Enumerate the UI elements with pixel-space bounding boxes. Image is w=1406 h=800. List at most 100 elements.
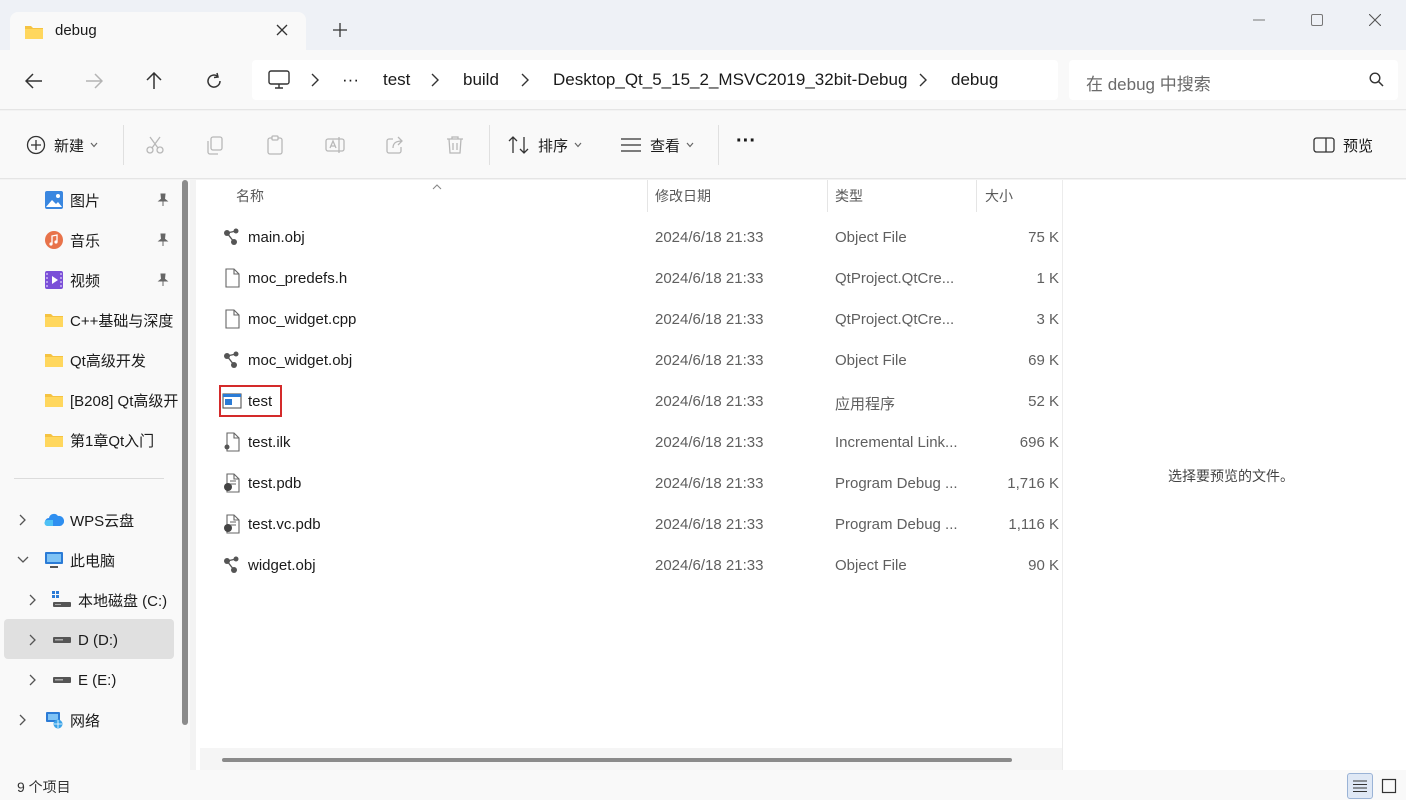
more-options-button[interactable]: ··· bbox=[736, 127, 756, 155]
sidebar-item-folder[interactable]: Qt高级开发 bbox=[44, 340, 180, 380]
column-header-type[interactable]: 类型 bbox=[835, 180, 863, 212]
file-type: Incremental Link... bbox=[835, 434, 958, 451]
file-type: Object File bbox=[835, 229, 907, 246]
sidebar-item-folder[interactable]: 第1章Qt入门 bbox=[44, 420, 180, 460]
preview-label: 预览 bbox=[1343, 137, 1374, 155]
column-divider[interactable] bbox=[647, 180, 648, 212]
sidebar-item-drive-d[interactable]: D (D:) bbox=[52, 620, 118, 660]
minimize-icon[interactable] bbox=[1236, 6, 1282, 34]
sidebar-item-network[interactable]: 网络 bbox=[44, 700, 100, 740]
sidebar-item-videos[interactable]: 视频 bbox=[44, 260, 100, 300]
up-arrow-icon[interactable] bbox=[138, 65, 170, 97]
file-name[interactable]: test.vc.pdb bbox=[248, 516, 321, 533]
chevron-right-icon[interactable] bbox=[918, 72, 932, 88]
sidebar-item-label: 网络 bbox=[70, 712, 101, 730]
table-row[interactable]: widget.obj 2024/6/18 21:33 Object File 9… bbox=[206, 545, 1062, 586]
sidebar-item-drive-c[interactable]: 本地磁盘 (C:) bbox=[52, 580, 167, 620]
rename-icon[interactable] bbox=[323, 133, 347, 157]
sidebar-item-label: D (D:) bbox=[78, 631, 118, 649]
file-name[interactable]: main.obj bbox=[248, 229, 305, 246]
maximize-icon[interactable] bbox=[1294, 6, 1340, 34]
sidebar-item-folder[interactable]: [B208] Qt高级开 bbox=[44, 380, 180, 420]
column-header-size[interactable]: 大小 bbox=[985, 180, 1013, 212]
file-name[interactable]: moc_predefs.h bbox=[248, 270, 347, 287]
table-row[interactable]: test.vc.pdb 2024/6/18 21:33 Program Debu… bbox=[206, 504, 1062, 545]
divider bbox=[123, 125, 124, 165]
table-row[interactable]: moc_predefs.h 2024/6/18 21:33 QtProject.… bbox=[206, 258, 1062, 299]
sidebar-scrollbar[interactable] bbox=[182, 180, 188, 725]
breadcrumb-desktop-qt[interactable]: Desktop_Qt_5_15_2_MSVC2019_32bit-Debug bbox=[553, 70, 907, 90]
details-view-icon[interactable] bbox=[1347, 773, 1373, 799]
new-button[interactable]: 新建 bbox=[26, 131, 98, 159]
drive-icon bbox=[52, 630, 72, 650]
sidebar-item-pictures[interactable]: 图片 bbox=[44, 180, 100, 220]
file-name[interactable]: moc_widget.cpp bbox=[248, 311, 356, 328]
breadcrumb-build[interactable]: build bbox=[463, 70, 499, 90]
sidebar-item-music[interactable]: 音乐 bbox=[44, 220, 100, 260]
new-tab-icon[interactable] bbox=[328, 18, 352, 42]
chevron-right-icon[interactable] bbox=[310, 72, 324, 88]
table-row[interactable]: test.ilk 2024/6/18 21:33 Incremental Lin… bbox=[206, 422, 1062, 463]
pin-icon[interactable] bbox=[156, 233, 170, 247]
column-divider[interactable] bbox=[976, 180, 977, 212]
chevron-right-icon[interactable] bbox=[16, 513, 30, 527]
file-name[interactable]: test.ilk bbox=[248, 434, 291, 451]
column-header-modified[interactable]: 修改日期 bbox=[655, 180, 711, 212]
sort-button[interactable]: 排序 bbox=[508, 131, 582, 159]
breadcrumb-debug[interactable]: debug bbox=[951, 70, 998, 90]
tab-debug[interactable]: debug bbox=[10, 12, 306, 50]
table-row[interactable]: main.obj 2024/6/18 21:33 Object File 75 … bbox=[206, 217, 1062, 258]
paste-icon[interactable] bbox=[263, 133, 287, 157]
preview-button[interactable]: 预览 bbox=[1313, 131, 1373, 159]
chevron-right-icon[interactable] bbox=[16, 713, 30, 727]
chevron-right-icon[interactable] bbox=[430, 72, 444, 88]
pin-icon[interactable] bbox=[156, 193, 170, 207]
copy-icon[interactable] bbox=[203, 133, 227, 157]
breadcrumb-overflow[interactable]: ··· bbox=[342, 70, 359, 90]
sidebar-item-label: 图片 bbox=[70, 192, 101, 210]
sidebar-item-drive-e[interactable]: E (E:) bbox=[52, 660, 116, 700]
back-arrow-icon[interactable] bbox=[18, 65, 50, 97]
document-icon bbox=[225, 268, 240, 288]
cut-icon[interactable] bbox=[143, 133, 167, 157]
search-input[interactable]: 在 debug 中搜索 bbox=[1086, 70, 1211, 95]
file-type: QtProject.QtCre... bbox=[835, 311, 955, 328]
chevron-right-icon[interactable] bbox=[26, 633, 40, 647]
share-icon[interactable] bbox=[383, 133, 407, 157]
file-name[interactable]: widget.obj bbox=[248, 557, 316, 574]
sidebar-item-this-pc[interactable]: 此电脑 bbox=[44, 540, 115, 580]
scrollbar-thumb[interactable] bbox=[222, 758, 1012, 762]
table-row[interactable]: moc_widget.obj 2024/6/18 21:33 Object Fi… bbox=[206, 340, 1062, 381]
breadcrumb-test[interactable]: test bbox=[383, 70, 410, 90]
horizontal-scrollbar[interactable] bbox=[200, 748, 1062, 770]
navigation-pane: 图片 音乐 视频 C++基础与深度 Qt高级开发 [B208] Qt高级开 第1… bbox=[0, 180, 190, 770]
view-button[interactable]: 查看 bbox=[620, 131, 694, 159]
file-name[interactable]: moc_widget.obj bbox=[248, 352, 352, 369]
sidebar-item-folder[interactable]: C++基础与深度 bbox=[44, 300, 180, 340]
chevron-right-icon[interactable] bbox=[26, 673, 40, 687]
search-box[interactable]: 在 debug 中搜索 bbox=[1069, 60, 1398, 100]
large-icons-view-icon[interactable] bbox=[1376, 773, 1402, 799]
pin-icon[interactable] bbox=[156, 273, 170, 287]
refresh-icon[interactable] bbox=[198, 65, 230, 97]
folder-icon bbox=[25, 26, 43, 39]
close-window-icon[interactable] bbox=[1352, 6, 1398, 34]
close-tab-icon[interactable] bbox=[270, 18, 294, 42]
delete-icon[interactable] bbox=[443, 133, 467, 157]
file-type: 应用程序 bbox=[835, 396, 896, 413]
sidebar-item-wps-cloud[interactable]: WPS云盘 bbox=[44, 500, 134, 540]
chevron-down-icon[interactable] bbox=[16, 553, 30, 567]
column-header-name[interactable]: 名称 bbox=[236, 180, 264, 212]
chevron-right-icon[interactable] bbox=[520, 72, 534, 88]
preview-pane: 选择要预览的文件。 bbox=[1062, 180, 1406, 770]
table-row[interactable]: test 2024/6/18 21:33 应用程序 52 K bbox=[206, 381, 1062, 422]
file-name[interactable]: test.pdb bbox=[248, 475, 301, 492]
column-divider[interactable] bbox=[827, 180, 828, 212]
table-row[interactable]: test.pdb 2024/6/18 21:33 Program Debug .… bbox=[206, 463, 1062, 504]
chevron-right-icon[interactable] bbox=[26, 593, 40, 607]
table-row[interactable]: moc_widget.cpp 2024/6/18 21:33 QtProject… bbox=[206, 299, 1062, 340]
forward-arrow-icon[interactable] bbox=[78, 65, 110, 97]
file-type: Program Debug ... bbox=[835, 475, 958, 492]
address-bar[interactable]: ··· test build Desktop_Qt_5_15_2_MSVC201… bbox=[252, 60, 1058, 100]
search-icon[interactable] bbox=[1369, 72, 1384, 91]
